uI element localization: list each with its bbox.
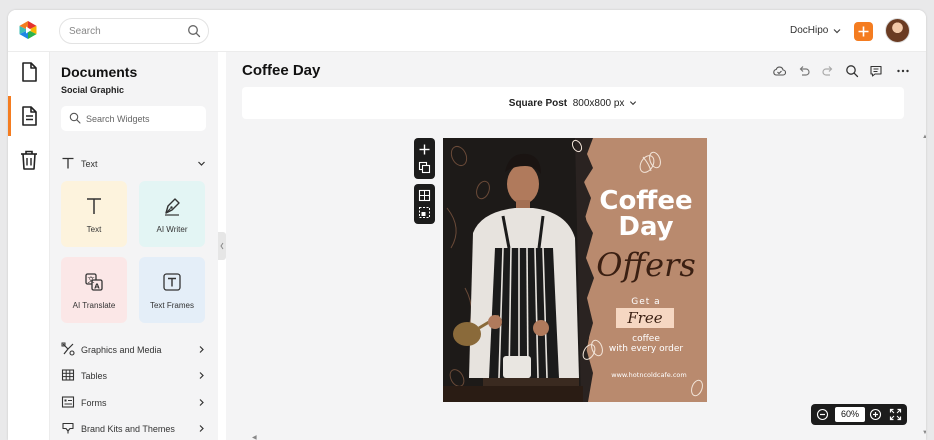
- editor-main: Coffee Day Square Post 800x800 px Coffee…: [226, 52, 926, 440]
- scroll-down-arrow[interactable]: ▼: [922, 430, 926, 436]
- page-tools-group: [414, 138, 435, 179]
- section-label: Graphics and Media: [81, 345, 162, 355]
- app-window: Search DocHipo Documents Social Graphic …: [8, 10, 926, 440]
- chevron-right-icon: [199, 399, 204, 406]
- document-title[interactable]: Coffee Day: [242, 62, 320, 79]
- widget-card-label: Text Frames: [149, 301, 194, 310]
- section-label: Brand Kits and Themes: [81, 424, 175, 434]
- design-script-offers[interactable]: Offers: [596, 246, 696, 284]
- cloud-save-icon[interactable]: [772, 64, 786, 78]
- design-coffee-line1[interactable]: coffee: [632, 334, 660, 344]
- chevron-down-icon: [630, 101, 637, 106]
- redo-icon[interactable]: [821, 64, 835, 78]
- barista-photo[interactable]: [443, 138, 594, 402]
- add-page-icon[interactable]: [418, 143, 431, 156]
- panel-subtitle: Social Graphic: [61, 85, 125, 95]
- plus-icon: [858, 26, 869, 37]
- canvas-size-selector[interactable]: Square Post 800x800 px: [242, 87, 904, 119]
- user-avatar[interactable]: [885, 18, 910, 43]
- search-placeholder: Search: [69, 26, 101, 37]
- chevron-right-icon: [199, 372, 204, 379]
- widget-card-ai-writer[interactable]: AI Writer: [139, 181, 205, 247]
- svg-text:A: A: [94, 283, 100, 291]
- layout-tools-group: [414, 184, 435, 224]
- canvas-size-name: Square Post: [508, 98, 568, 109]
- comment-icon[interactable]: [869, 64, 883, 78]
- section-brand-kits[interactable]: Brand Kits and Themes: [61, 421, 206, 437]
- design-coffee-line2[interactable]: with every order: [609, 344, 684, 354]
- widget-card-label: AI Writer: [156, 225, 188, 234]
- search-input[interactable]: Search: [59, 18, 209, 44]
- widget-card-text-frames[interactable]: Text Frames: [139, 257, 205, 323]
- canvas-size-dims: 800x800 px: [572, 98, 625, 109]
- trash-icon[interactable]: [17, 148, 41, 172]
- document-icon[interactable]: [17, 60, 41, 84]
- section-graphics-media[interactable]: Graphics and Media: [61, 342, 206, 358]
- search-icon[interactable]: [845, 64, 859, 78]
- more-options-icon[interactable]: [896, 64, 910, 78]
- zoom-in-icon[interactable]: [869, 408, 882, 421]
- add-button[interactable]: [854, 22, 873, 41]
- search-icon: [69, 112, 81, 124]
- chevron-right-icon: [199, 346, 204, 353]
- top-bar: Search DocHipo: [8, 10, 926, 52]
- form-icon: [61, 396, 75, 408]
- section-text-label: Text: [81, 159, 98, 169]
- dochipo-logo[interactable]: [18, 20, 38, 40]
- text-frame-icon: [163, 273, 181, 291]
- design-title-line2[interactable]: Day: [618, 212, 673, 242]
- chevron-down-icon: [198, 161, 205, 166]
- rail-active-indicator: [8, 96, 11, 136]
- search-icon[interactable]: [187, 24, 201, 38]
- scroll-left-arrow[interactable]: ◀: [252, 434, 257, 440]
- widget-search-placeholder: Search Widgets: [86, 114, 150, 124]
- widgets-panel: Documents Social Graphic Search Widgets …: [50, 52, 218, 440]
- zoom-out-icon[interactable]: [816, 408, 829, 421]
- panel-title: Documents: [61, 64, 138, 80]
- widget-card-ai-translate[interactable]: 文 A AI Translate: [61, 257, 127, 323]
- panel-collapse-handle[interactable]: [218, 232, 226, 260]
- select-area-icon[interactable]: [418, 206, 431, 219]
- document-text-icon[interactable]: [17, 104, 41, 128]
- section-label: Tables: [81, 371, 108, 381]
- undo-icon[interactable]: [797, 64, 811, 78]
- text-t-icon: [62, 157, 74, 169]
- widget-search-input[interactable]: Search Widgets: [61, 106, 206, 131]
- canvas-side-tools: [414, 138, 435, 224]
- translate-icon: 文 A: [85, 273, 103, 291]
- workspace-name[interactable]: DocHipo: [790, 25, 828, 36]
- widget-card-label: Text: [86, 225, 102, 234]
- design-website[interactable]: www.hotncoldcafe.com: [611, 371, 686, 379]
- chevron-right-icon: [199, 425, 204, 432]
- left-rail: [8, 52, 50, 440]
- widget-card-label: AI Translate: [72, 301, 116, 310]
- text-t-icon: [87, 198, 101, 214]
- section-tables[interactable]: Tables: [61, 368, 206, 384]
- design-get-a[interactable]: Get a: [631, 297, 660, 307]
- zoom-level[interactable]: 60%: [835, 407, 865, 422]
- fullscreen-icon[interactable]: [889, 408, 902, 421]
- section-forms[interactable]: Forms: [61, 395, 206, 411]
- zoom-control: 60%: [811, 404, 907, 425]
- table-icon: [61, 369, 75, 381]
- canvas-size-text: Square Post 800x800 px: [242, 98, 904, 109]
- grid-icon[interactable]: [418, 189, 431, 202]
- chevron-left-icon: [220, 242, 224, 250]
- widget-card-text[interactable]: Text: [61, 181, 127, 247]
- chevron-down-icon[interactable]: [832, 26, 842, 36]
- palette-icon: [62, 422, 74, 434]
- scroll-up-arrow[interactable]: ▲: [922, 134, 926, 140]
- shapes-icon: [61, 342, 75, 356]
- design-canvas[interactable]: Coffee Day Offers Get a Free coffee with…: [443, 138, 707, 402]
- duplicate-page-icon[interactable]: [418, 161, 431, 174]
- design-free[interactable]: Free: [626, 309, 662, 327]
- section-text[interactable]: Text: [61, 156, 206, 172]
- section-label: Forms: [81, 398, 107, 408]
- pen-nib-icon: [165, 198, 180, 216]
